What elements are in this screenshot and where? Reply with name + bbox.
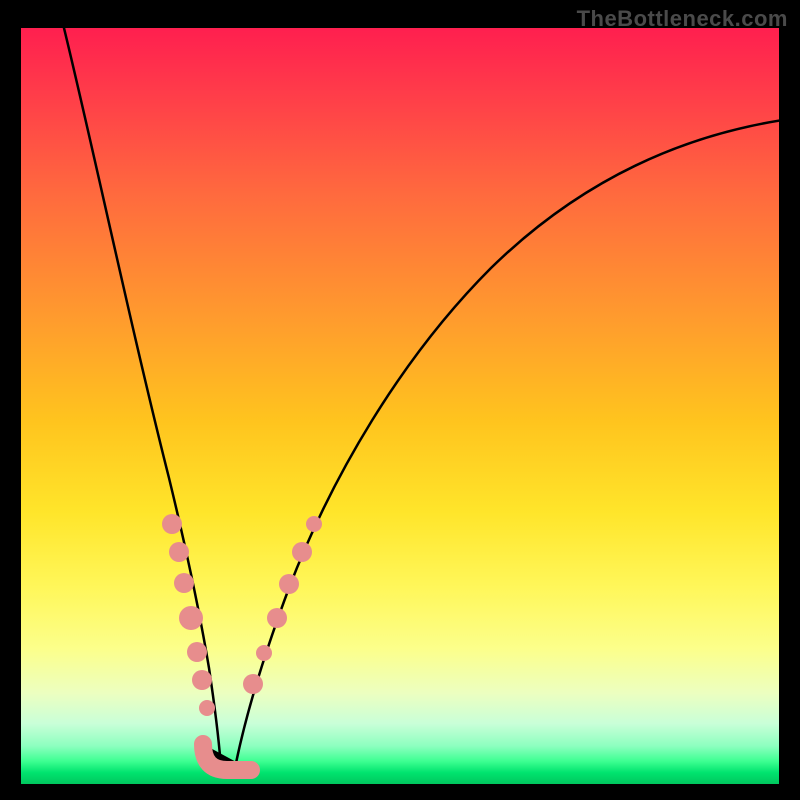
data-point	[306, 516, 322, 532]
data-point	[174, 573, 194, 593]
chart-overlay	[21, 28, 779, 784]
chart-frame: TheBottleneck.com	[0, 0, 800, 800]
curve-right	[235, 120, 779, 768]
watermark-text: TheBottleneck.com	[577, 6, 788, 32]
data-point	[192, 670, 212, 690]
data-point	[243, 674, 263, 694]
data-point	[169, 542, 189, 562]
data-point	[292, 542, 312, 562]
data-point	[279, 574, 299, 594]
data-point	[187, 642, 207, 662]
minimum-band	[203, 744, 251, 770]
data-point	[267, 608, 287, 628]
data-point	[199, 700, 215, 716]
data-point	[179, 606, 203, 630]
data-point	[162, 514, 182, 534]
data-point	[256, 645, 272, 661]
